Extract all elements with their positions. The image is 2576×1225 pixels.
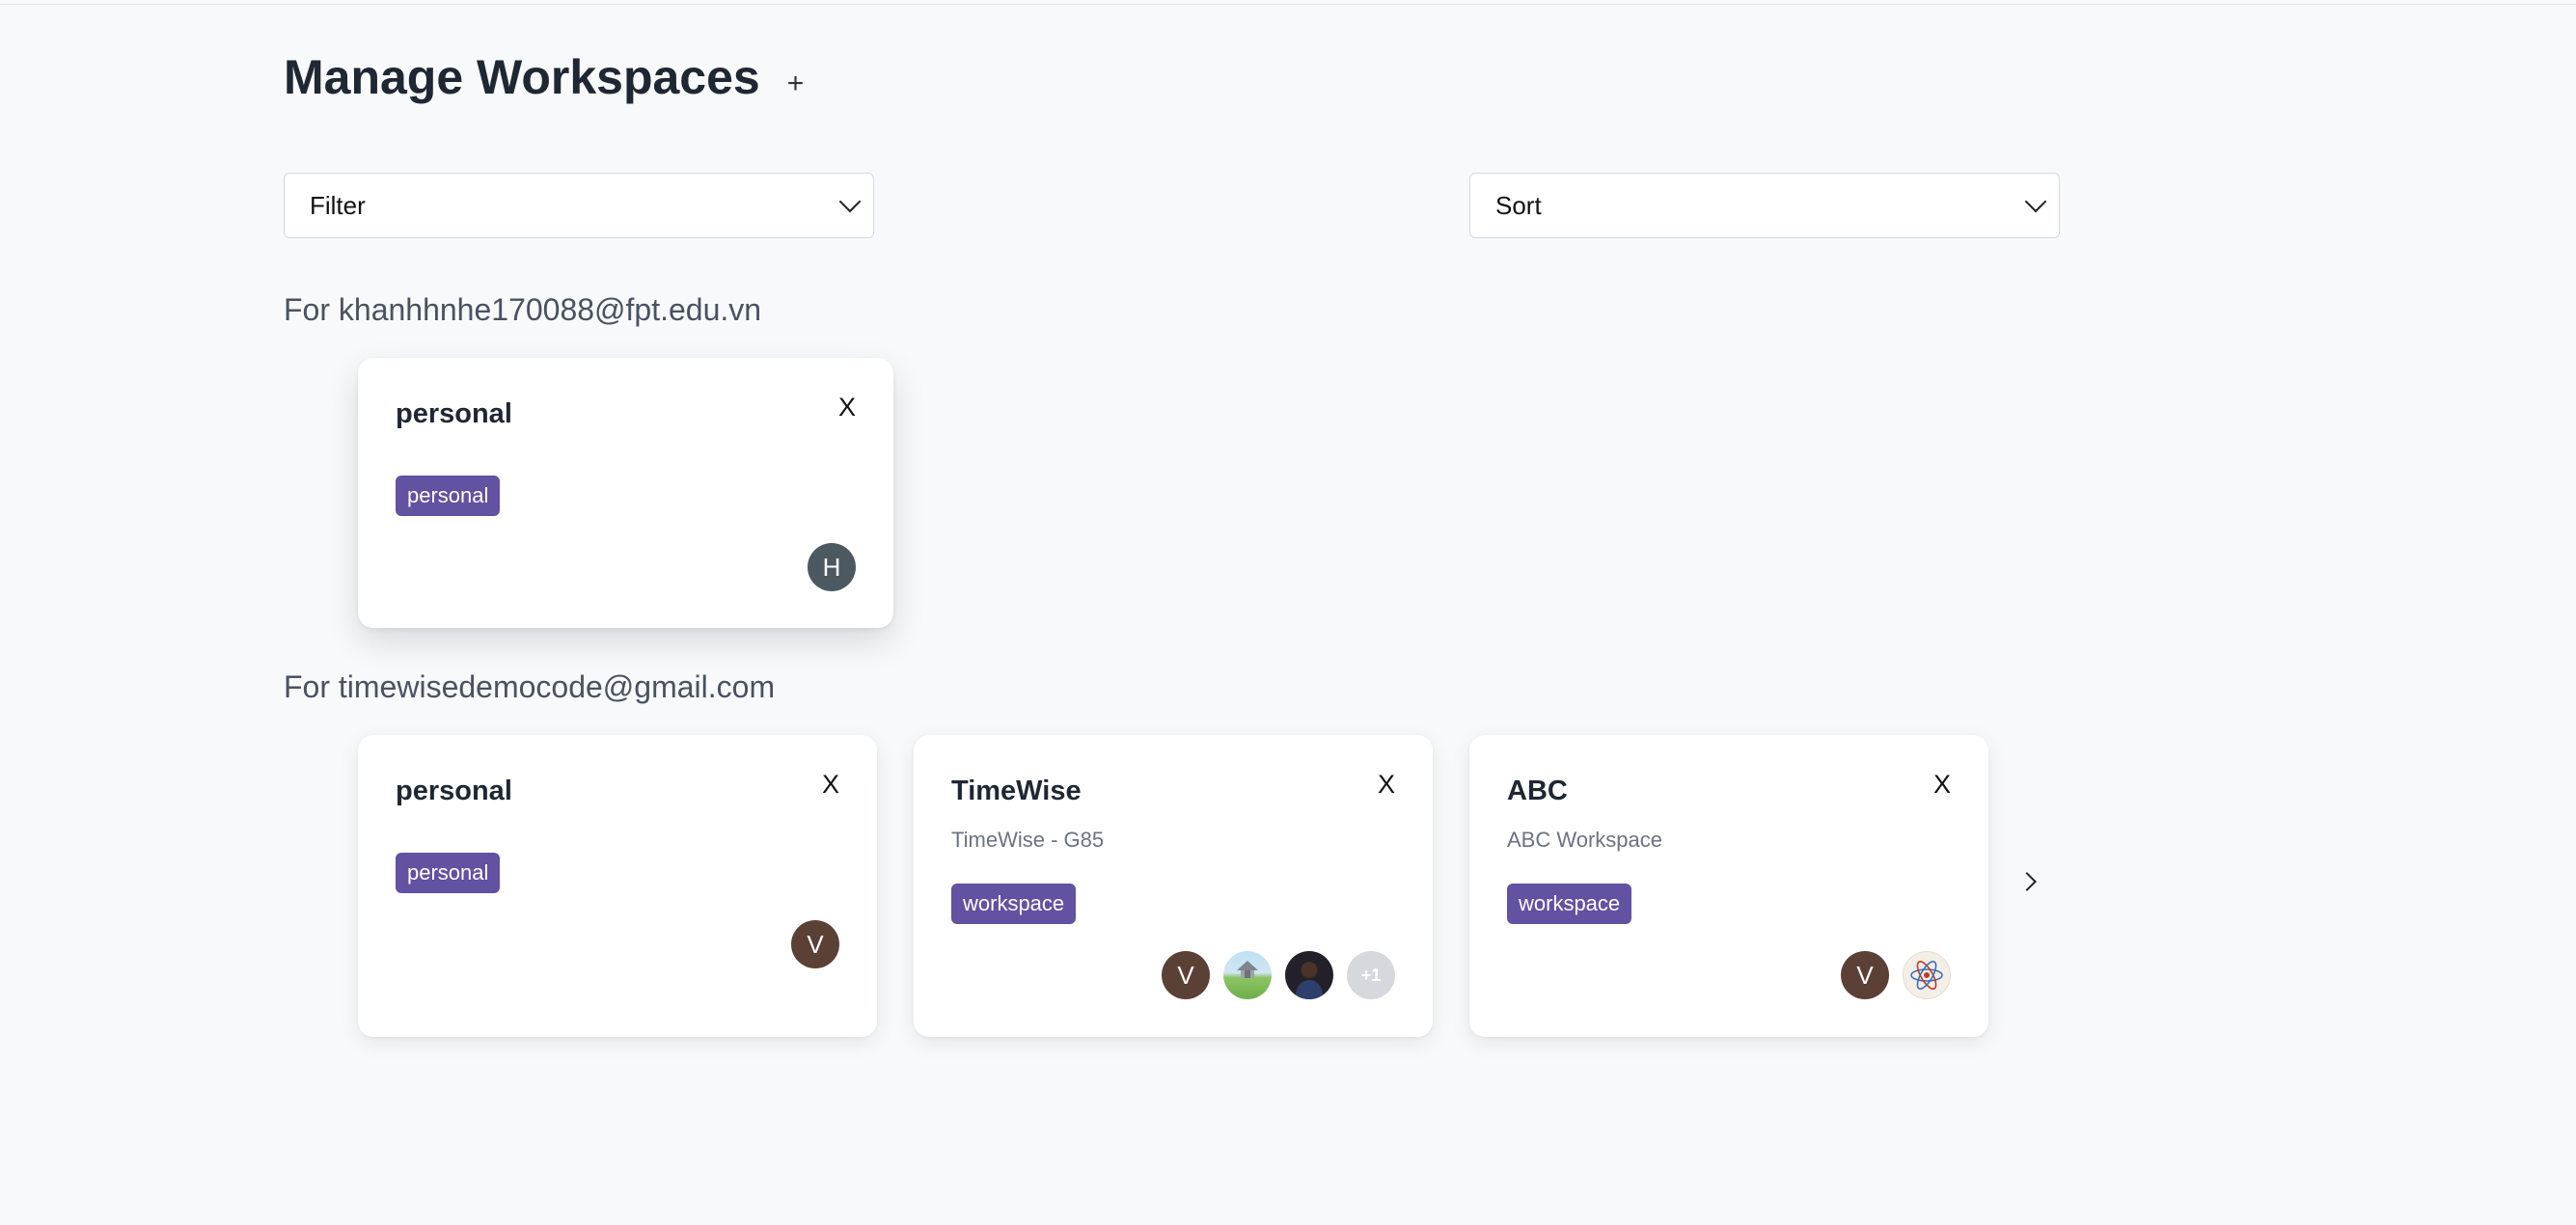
chevron-down-icon [838,190,862,213]
workspace-card[interactable]: ABC ABC Workspace X workspace V [1469,735,1988,1037]
workspace-tag: workspace [1507,884,1632,924]
filter-select[interactable]: Filter [284,173,874,238]
group-label-khanhhnhe: For khanhhnhe170088@fpt.edu.vn [284,292,762,327]
workspace-title: ABC [1507,776,1568,806]
close-button[interactable]: X [822,770,839,800]
close-button[interactable]: X [1378,770,1395,800]
workspace-tag: personal [396,853,501,893]
group-label-timewisedemocode: For timewisedemocode@gmail.com [284,669,776,704]
avatar: V [1162,951,1210,999]
avatar-atom-image [1903,951,1951,999]
workspace-card[interactable]: personal X personal V [358,735,877,1037]
member-avatars: H [794,543,856,591]
landscape-photo-icon [1237,961,1258,978]
atom-icon [1910,961,1943,990]
next-arrow-button[interactable] [2017,870,2042,891]
member-avatars: V [1827,951,1951,999]
workspace-card[interactable]: personal X personal H [358,358,893,628]
chevron-right-icon [2017,872,2037,891]
workspace-title: personal [396,776,512,806]
workspace-title: personal [396,398,512,429]
member-avatars: V +1 [1148,951,1395,999]
workspace-description: ABC Workspace [1507,828,1662,852]
avatar: V [791,920,839,968]
workspace-tag: workspace [951,884,1077,924]
person-photo-icon [1295,962,1324,999]
avatar: H [808,543,856,591]
avatar: V [1841,951,1889,999]
top-divider [0,0,2576,5]
avatar-person-photo [1285,951,1333,999]
sort-select[interactable]: Sort [1469,173,2060,238]
avatar-landscape-photo [1223,951,1272,999]
workspace-title: TimeWise [951,776,1082,806]
sort-select-label: Sort [1495,190,1542,220]
member-avatars: V [778,920,839,968]
workspace-description: TimeWise - G85 [951,828,1105,852]
avatar-more-count: +1 [1347,951,1395,999]
workspace-card[interactable]: TimeWise TimeWise - G85 X workspace V +1 [914,735,1433,1037]
page-header: Manage Workspaces + [284,50,804,104]
page-title: Manage Workspaces [284,50,760,104]
filter-select-label: Filter [310,190,366,220]
workspace-tag: personal [396,476,501,516]
chevron-down-icon [2024,190,2047,213]
add-workspace-button[interactable]: + [787,68,805,100]
close-button[interactable]: X [1933,770,1951,800]
close-button[interactable]: X [838,393,856,422]
